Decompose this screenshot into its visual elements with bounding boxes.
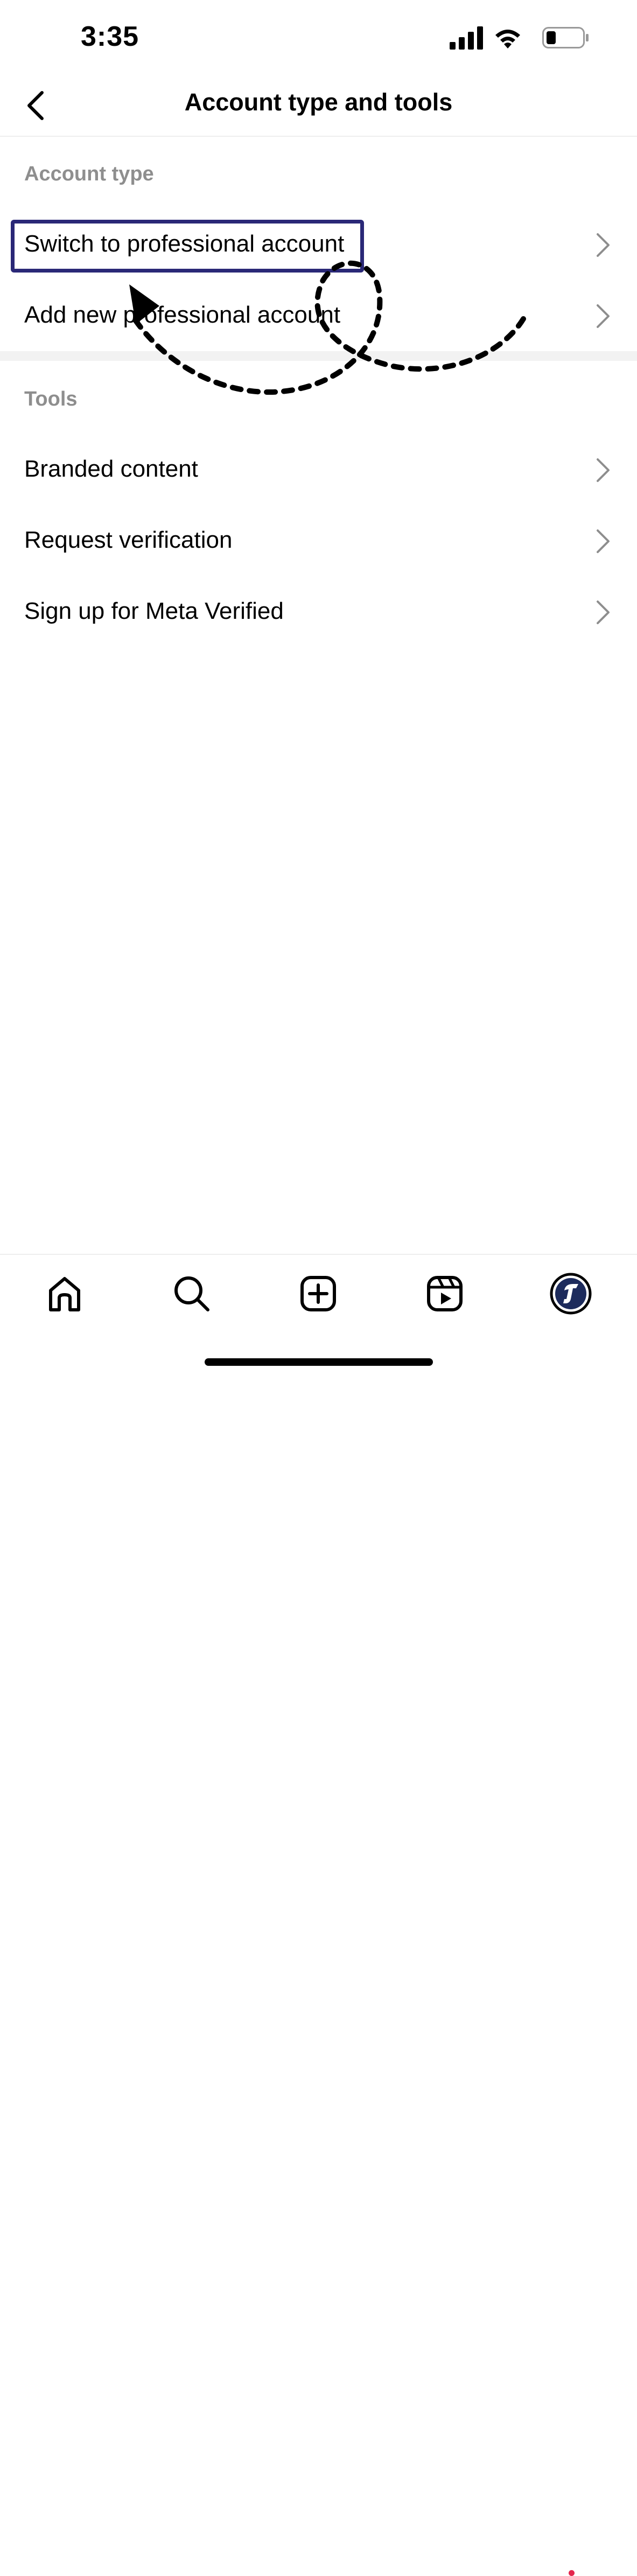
status-bar: 3:35 [0,0,637,75]
meta-verified-row[interactable]: Sign up for Meta Verified [0,577,637,648]
chevron-right-icon [597,458,610,482]
section-header-tools: Tools [24,388,78,410]
chevron-right-icon [597,304,610,328]
battery-icon [542,27,589,48]
add-new-professional-row[interactable]: Add new professional account [0,281,637,352]
notification-dot [569,2570,575,2576]
create-post-icon [300,1276,336,1311]
chevron-right-icon [597,233,610,257]
branded-content-row[interactable]: Branded content [0,435,637,506]
row-label: Request verification [24,527,233,553]
section-divider [0,351,637,361]
tab-reels[interactable] [418,1267,472,1321]
tab-profile[interactable] [544,1267,598,1321]
home-icon [49,1277,80,1311]
section-header-account-type: Account type [24,163,154,185]
tab-create[interactable] [291,1267,345,1321]
status-time: 3:35 [81,21,139,52]
tab-home[interactable] [38,1267,92,1321]
status-icons [450,26,590,50]
row-label: Switch to professional account [24,231,345,257]
row-label: Branded content [24,456,198,482]
chevron-right-icon [597,529,610,553]
chevron-right-icon [597,601,610,624]
cellular-signal-icon [450,26,483,50]
annotation-overlay [129,260,526,395]
home-indicator [205,1358,433,1366]
request-verification-row[interactable]: Request verification [0,506,637,577]
nav-header: Account type and tools [0,75,637,137]
search-icon [174,1276,209,1311]
switch-to-professional-row[interactable]: Switch to professional account [0,210,637,281]
reels-icon [427,1276,463,1311]
profile-avatar-icon [550,1273,592,1315]
wifi-icon [495,30,520,48]
tab-search[interactable] [165,1267,219,1321]
page-title: Account type and tools [184,88,453,116]
row-label: Add new professional account [24,302,341,328]
row-label: Sign up for Meta Verified [24,598,284,624]
